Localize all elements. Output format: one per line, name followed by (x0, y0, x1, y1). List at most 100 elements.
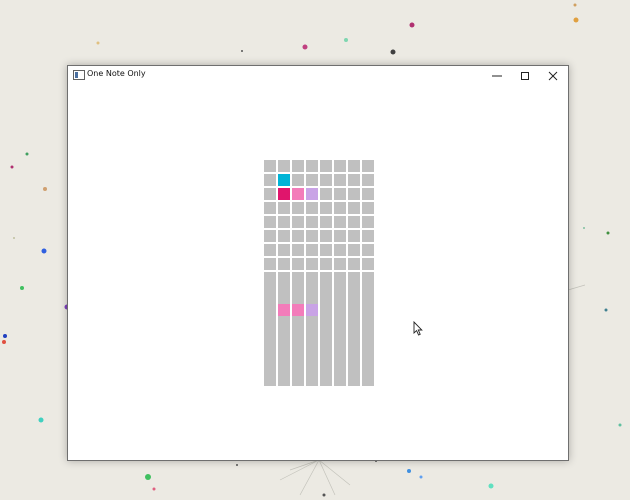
grid-cell[interactable] (320, 216, 332, 228)
grid-cell[interactable] (278, 318, 290, 330)
grid-cell[interactable] (362, 174, 374, 186)
grid-cell[interactable] (292, 276, 304, 288)
grid-cell[interactable] (278, 202, 290, 214)
grid-cell-pink[interactable] (278, 304, 290, 316)
grid-cell[interactable] (334, 304, 346, 316)
grid-cell[interactable] (320, 188, 332, 200)
grid-cell[interactable] (348, 374, 360, 386)
grid-cell[interactable] (278, 244, 290, 256)
grid-cell[interactable] (362, 202, 374, 214)
grid-cell[interactable] (264, 244, 276, 256)
grid-cell[interactable] (306, 160, 318, 172)
grid-cell[interactable] (306, 332, 318, 344)
grid-cell[interactable] (348, 258, 360, 270)
grid-cell[interactable] (278, 346, 290, 358)
grid-cell-pink[interactable] (292, 188, 304, 200)
grid-cell[interactable] (320, 258, 332, 270)
grid-cell[interactable] (264, 346, 276, 358)
grid-cell[interactable] (348, 276, 360, 288)
grid-cell[interactable] (348, 360, 360, 372)
grid-cell[interactable] (362, 160, 374, 172)
grid-cell[interactable] (362, 188, 374, 200)
grid-cell[interactable] (306, 230, 318, 242)
grid-cell[interactable] (348, 244, 360, 256)
grid-cell-crimson[interactable] (278, 188, 290, 200)
grid-cell[interactable] (334, 332, 346, 344)
grid-cell[interactable] (292, 174, 304, 186)
grid-cell[interactable] (320, 332, 332, 344)
grid-cell[interactable] (320, 230, 332, 242)
grid-cell[interactable] (278, 258, 290, 270)
grid-cell[interactable] (278, 276, 290, 288)
close-button[interactable] (539, 66, 567, 85)
grid-cell[interactable] (334, 346, 346, 358)
grid-cell[interactable] (292, 244, 304, 256)
grid-cell[interactable] (334, 290, 346, 302)
grid-cell[interactable] (264, 374, 276, 386)
grid-cell[interactable] (362, 290, 374, 302)
grid-cell[interactable] (348, 202, 360, 214)
grid-cell[interactable] (334, 202, 346, 214)
grid-cell[interactable] (320, 374, 332, 386)
grid-cell[interactable] (292, 230, 304, 242)
grid-cell[interactable] (334, 360, 346, 372)
grid-cell[interactable] (306, 258, 318, 270)
grid-cell[interactable] (334, 160, 346, 172)
grid-cell[interactable] (278, 230, 290, 242)
grid-cell[interactable] (348, 188, 360, 200)
grid-cell[interactable] (292, 202, 304, 214)
grid-cell[interactable] (292, 160, 304, 172)
grid-cell[interactable] (334, 374, 346, 386)
grid-cell[interactable] (348, 290, 360, 302)
grid-cell[interactable] (362, 244, 374, 256)
grid-cell[interactable] (362, 332, 374, 344)
grid-cell[interactable] (264, 174, 276, 186)
grid-cell[interactable] (348, 160, 360, 172)
grid-cell-lavender[interactable] (306, 304, 318, 316)
grid-cell[interactable] (320, 290, 332, 302)
grid-cell[interactable] (362, 216, 374, 228)
grid-cell[interactable] (334, 230, 346, 242)
grid-cell[interactable] (348, 230, 360, 242)
grid-cell[interactable] (292, 258, 304, 270)
grid-cell[interactable] (264, 188, 276, 200)
grid-cell[interactable] (334, 276, 346, 288)
grid-cell[interactable] (362, 258, 374, 270)
grid-cell[interactable] (264, 360, 276, 372)
grid-cell[interactable] (292, 290, 304, 302)
grid-cell[interactable] (278, 374, 290, 386)
grid-cell[interactable] (362, 304, 374, 316)
grid-cell[interactable] (362, 318, 374, 330)
grid-cell[interactable] (306, 174, 318, 186)
grid-cell[interactable] (292, 216, 304, 228)
grid-cell[interactable] (320, 304, 332, 316)
maximize-button[interactable] (511, 66, 539, 85)
grid-cell[interactable] (362, 276, 374, 288)
grid-cell[interactable] (306, 290, 318, 302)
grid-cell[interactable] (362, 374, 374, 386)
grid-cell[interactable] (320, 276, 332, 288)
grid-cell[interactable] (278, 332, 290, 344)
grid-cell[interactable] (278, 360, 290, 372)
grid-cell[interactable] (264, 304, 276, 316)
grid-cell[interactable] (334, 318, 346, 330)
grid-cell[interactable] (334, 174, 346, 186)
grid-cell[interactable] (292, 318, 304, 330)
grid-cell[interactable] (292, 346, 304, 358)
grid-cell[interactable] (306, 360, 318, 372)
grid-cell[interactable] (362, 230, 374, 242)
grid-cell-cyan[interactable] (278, 174, 290, 186)
app-window[interactable]: One Note Only (67, 65, 569, 461)
grid-cell[interactable] (362, 346, 374, 358)
grid-cell[interactable] (320, 318, 332, 330)
grid-cell[interactable] (334, 258, 346, 270)
grid-cell[interactable] (264, 160, 276, 172)
grid-cell[interactable] (264, 216, 276, 228)
grid-cell[interactable] (320, 244, 332, 256)
grid-cell[interactable] (306, 276, 318, 288)
grid-cell[interactable] (292, 360, 304, 372)
grid-cell[interactable] (362, 360, 374, 372)
grid-cell[interactable] (348, 304, 360, 316)
grid-cell[interactable] (292, 374, 304, 386)
grid-cell[interactable] (306, 374, 318, 386)
